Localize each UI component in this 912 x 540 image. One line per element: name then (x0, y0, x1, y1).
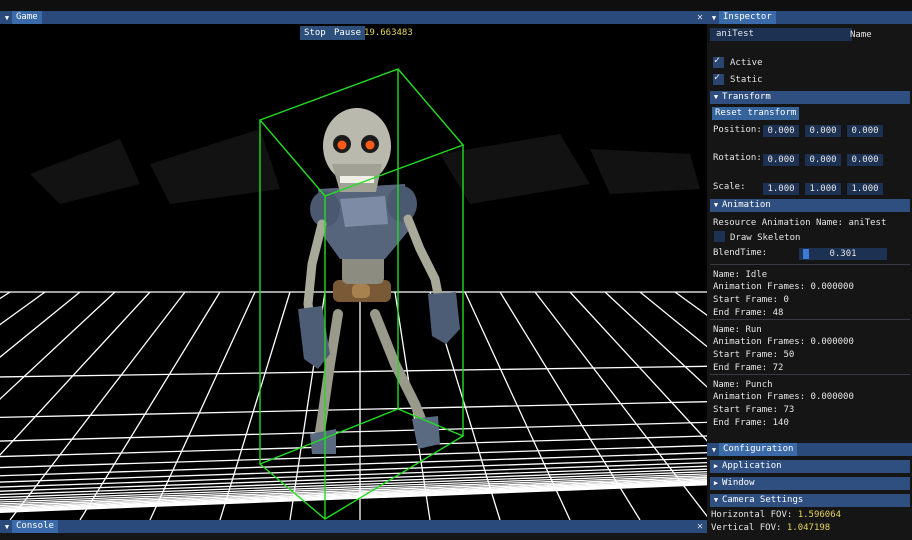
static-checkbox[interactable] (713, 72, 724, 85)
camera-settings-header[interactable]: ▼ Camera Settings (710, 494, 910, 507)
configuration-panel: ▼ Configuration ▶ Application ▶ Window ▼ Ca… (707, 443, 912, 540)
camera-settings-header-label: Camera Settings (722, 495, 804, 505)
clip-run-frames: Animation Frames: 0.000000 (713, 337, 854, 347)
vertical-fov: Vertical FOV: 1.047198 (711, 523, 830, 533)
rotation-x-field[interactable]: 0.000 (763, 154, 799, 166)
rotation-y-field[interactable]: 0.000 (805, 154, 841, 166)
window-header[interactable]: ▶ Window (710, 477, 910, 490)
clip-idle-frames: Animation Frames: 0.000000 (713, 282, 854, 292)
active-checkbox[interactable] (713, 55, 724, 68)
transform-header-label: Transform (722, 92, 771, 102)
grid-line (0, 480, 707, 509)
clip-run-end: End Frame: 72 (713, 363, 784, 373)
collapse-triangle-icon[interactable]: ▼ (2, 523, 12, 531)
inspector-panel: ▼ Inspector aniTest Name Active Static ▼… (707, 11, 912, 443)
pause-button[interactable]: Pause (330, 26, 366, 40)
configuration-title: Configuration (719, 443, 798, 456)
draw-skeleton-label: Draw Skeleton (730, 233, 801, 243)
animation-header-label: Animation (722, 200, 771, 210)
clip-idle-name: Name: Idle (713, 270, 768, 280)
scale-label: Scale: (713, 182, 746, 192)
collapse-triangle-icon[interactable]: ▼ (2, 14, 12, 22)
blendtime-slider[interactable]: 0.301 (799, 248, 887, 260)
horizontal-fov: Horizontal FOV: 1.596064 (711, 510, 841, 520)
position-label: Position: (713, 125, 762, 135)
clip-run-name: Name: Run (713, 325, 762, 335)
console-title-bar[interactable]: ▼ Console ✕ (0, 520, 707, 533)
clip-run-start: Start Frame: 50 (713, 350, 795, 360)
divider (710, 264, 910, 265)
clip-punch-start: Start Frame: 73 (713, 405, 795, 415)
clip-idle-start: Start Frame: 0 (713, 295, 789, 305)
grid-line (0, 401, 707, 419)
rotation-z-field[interactable]: 0.000 (847, 154, 883, 166)
close-icon[interactable]: ✕ (697, 11, 703, 24)
divider (710, 374, 910, 375)
static-label: Static (730, 75, 763, 85)
floor-grid (0, 291, 707, 520)
game-title: Game (12, 11, 42, 24)
rotation-label: Rotation: (713, 153, 762, 163)
skeleton-model[interactable] (298, 108, 460, 454)
expand-triangle-icon: ▶ (713, 479, 719, 487)
collapse-triangle-icon[interactable]: ▼ (709, 14, 719, 22)
application-header-label: Application (722, 461, 782, 471)
scale-z-field[interactable]: 1.000 (847, 183, 883, 195)
collapse-triangle-icon: ▼ (713, 93, 719, 101)
grid-line (0, 365, 707, 378)
grid-line (0, 421, 707, 442)
close-icon[interactable]: ✕ (697, 520, 703, 533)
animation-header[interactable]: ▼ Animation (710, 199, 910, 212)
blendtime-label: BlendTime: (713, 248, 768, 258)
scale-x-field[interactable]: 1.000 (763, 183, 799, 195)
collapse-triangle-icon: ▼ (713, 201, 719, 209)
scale-y-field[interactable]: 1.000 (805, 183, 841, 195)
name-input[interactable]: aniTest (710, 28, 852, 41)
position-x-field[interactable]: 0.000 (763, 125, 799, 137)
draw-skeleton-checkbox[interactable] (714, 231, 725, 242)
game-viewport[interactable] (0, 24, 707, 520)
collapse-triangle-icon: ▼ (713, 496, 719, 504)
console-title: Console (12, 520, 58, 533)
reset-transform-button[interactable]: Reset transform (712, 107, 800, 120)
position-y-field[interactable]: 0.000 (805, 125, 841, 137)
configuration-title-bar[interactable]: ▼ Configuration (707, 443, 912, 456)
transform-header[interactable]: ▼ Transform (710, 91, 910, 104)
elapsed-time: 19.663483 (364, 28, 413, 38)
console-body (0, 533, 707, 540)
collapse-triangle-icon[interactable]: ▼ (709, 446, 719, 454)
application-header[interactable]: ▶ Application (710, 460, 910, 473)
grid-line (0, 435, 707, 458)
window-header-label: Window (722, 478, 755, 488)
horizontal-fov-value: 1.596064 (797, 510, 842, 520)
horizontal-fov-label: Horizontal FOV: (711, 510, 793, 520)
grid-line (0, 291, 11, 300)
game-title-bar[interactable]: ▼ Game ✕ (0, 11, 707, 24)
inspector-title: Inspector (719, 11, 776, 24)
clip-punch-end: End Frame: 140 (713, 418, 789, 428)
position-z-field[interactable]: 0.000 (847, 125, 883, 137)
vertical-fov-value: 1.047198 (786, 523, 831, 533)
clip-punch-name: Name: Punch (713, 380, 773, 390)
game-window: ▼ Game ✕ Stop Pause 19.663483 (0, 11, 707, 520)
expand-triangle-icon: ▶ (713, 462, 719, 470)
divider (710, 319, 910, 320)
blendtime-value: 0.301 (829, 249, 857, 259)
stop-button[interactable]: Stop (300, 26, 330, 40)
inspector-title-bar[interactable]: ▼ Inspector (707, 11, 912, 24)
vertical-fov-label: Vertical FOV: (711, 523, 782, 533)
clip-idle-end: End Frame: 48 (713, 308, 784, 318)
clip-punch-frames: Animation Frames: 0.000000 (713, 392, 854, 402)
active-label: Active (730, 58, 763, 68)
resource-animation-name: Resource Animation Name: aniTest (713, 218, 887, 228)
name-label: Name (850, 30, 872, 40)
